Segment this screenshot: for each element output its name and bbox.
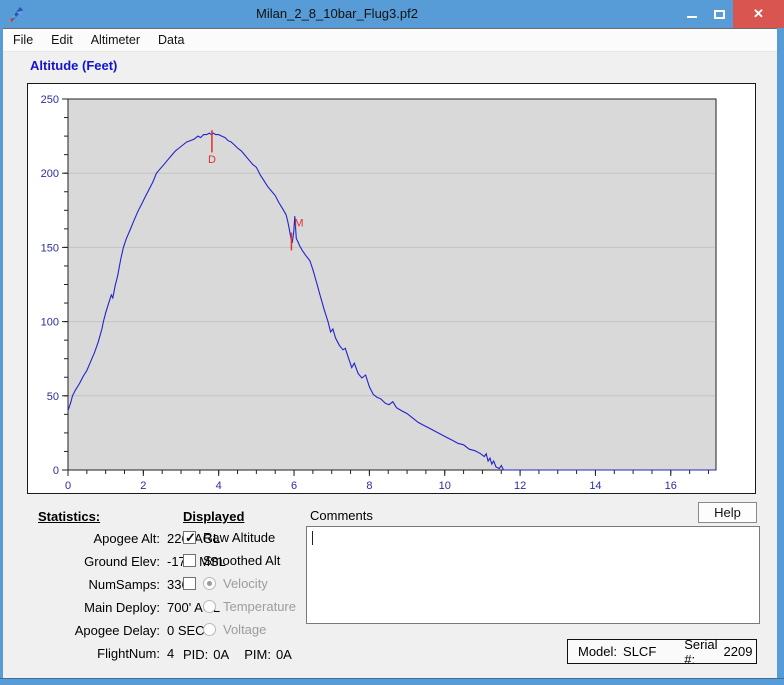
temperature-label: Temperature: [223, 599, 296, 614]
window-border-right: [777, 28, 784, 678]
y-tick-label: 150: [41, 242, 59, 254]
raw-altitude-label: Raw Altitude: [203, 530, 275, 545]
minimize-icon: [687, 16, 697, 18]
maximize-button[interactable]: [705, 0, 733, 28]
window-controls: ✕: [679, 0, 784, 28]
altitude-plot: 0 50 100 150 200 250 0 2 4 6 8 10 12 14 16 D M: [28, 84, 755, 493]
device-info-box: Model: SLCF Serial #: 2209: [567, 639, 757, 664]
pim-value: 0A: [276, 647, 292, 662]
text-caret: [312, 531, 313, 545]
menu-edit[interactable]: Edit: [42, 29, 82, 51]
stat-label: Main Deploy:: [0, 600, 160, 615]
serial-value: 2209: [724, 644, 753, 659]
plot-area: [68, 99, 716, 470]
y-tick-label: 0: [53, 465, 59, 477]
menu-altimeter[interactable]: Altimeter: [82, 29, 149, 51]
stat-label: Ground Elev:: [0, 554, 160, 569]
x-tick-label: 4: [216, 480, 222, 492]
event-label-D: D: [208, 154, 216, 166]
comments-label: Comments: [310, 508, 373, 523]
x-tick-label: 2: [140, 480, 146, 492]
help-button[interactable]: Help: [698, 502, 757, 523]
window-border-bottom: [0, 678, 784, 685]
x-tick-label: 16: [665, 480, 677, 492]
comments-textarea[interactable]: [306, 526, 760, 624]
temperature-radio: [203, 600, 216, 613]
x-tick-label: 0: [65, 480, 71, 492]
model-value: SLCF: [623, 644, 656, 659]
pid-label: PID:: [183, 647, 208, 662]
stat-label: NumSamps:: [0, 577, 160, 592]
titlebar: Milan_2_8_10bar_Flug3.pf2 ✕: [0, 0, 784, 28]
stat-value: 4: [167, 646, 174, 661]
maximize-icon: [714, 10, 725, 19]
chart-title: Altitude (Feet): [30, 58, 117, 73]
smoothed-alt-label: Smoothed Alt: [203, 553, 280, 568]
app-window: Milan_2_8_10bar_Flug3.pf2 ✕ File Edit Al…: [0, 0, 784, 685]
altitude-chart: 0 50 100 150 200 250 0 2 4 6 8 10 12 14 16 D M: [27, 83, 756, 494]
x-tick-label: 12: [514, 480, 526, 492]
menu-data[interactable]: Data: [149, 29, 193, 51]
velocity-label: Velocity: [223, 576, 268, 591]
x-tick-label: 8: [366, 480, 372, 492]
pim-label: PIM:: [244, 647, 271, 662]
y-tick-label: 250: [41, 94, 59, 106]
model-label: Model:: [578, 644, 617, 659]
voltage-label: Voltage: [223, 622, 266, 637]
pid-pim-row: PID: 0A PIM: 0A: [183, 643, 473, 666]
stat-label: FlightNum:: [0, 646, 160, 661]
pid-value: 0A: [213, 647, 229, 662]
y-tick-label: 200: [41, 168, 59, 180]
event-label-M: M: [294, 218, 303, 230]
voltage-radio: [203, 623, 216, 636]
close-button[interactable]: ✕: [733, 0, 784, 28]
smoothed-alt-checkbox[interactable]: [183, 554, 196, 567]
menu-bar: File Edit Altimeter Data: [3, 28, 777, 52]
window-border-left: [0, 28, 3, 678]
menu-file[interactable]: File: [4, 29, 42, 51]
stat-label: Apogee Delay:: [0, 623, 160, 638]
stat-label: Apogee Alt:: [0, 531, 160, 546]
y-tick-label: 100: [41, 317, 59, 329]
close-icon: ✕: [753, 6, 764, 22]
minimize-button[interactable]: [679, 0, 705, 28]
x-tick-label: 10: [439, 480, 451, 492]
statistics-header: Statistics:: [38, 509, 100, 524]
window-title: Milan_2_8_10bar_Flug3.pf2: [0, 0, 674, 28]
x-tick-label: 6: [291, 480, 297, 492]
displayed-header: Displayed: [183, 509, 244, 524]
y-tick-label: 50: [47, 391, 59, 403]
serial-label: Serial #:: [684, 637, 717, 667]
aux-channel-checkbox[interactable]: [183, 577, 196, 590]
velocity-radio: [203, 577, 216, 590]
x-tick-label: 14: [589, 480, 601, 492]
raw-altitude-checkbox[interactable]: [183, 531, 196, 544]
